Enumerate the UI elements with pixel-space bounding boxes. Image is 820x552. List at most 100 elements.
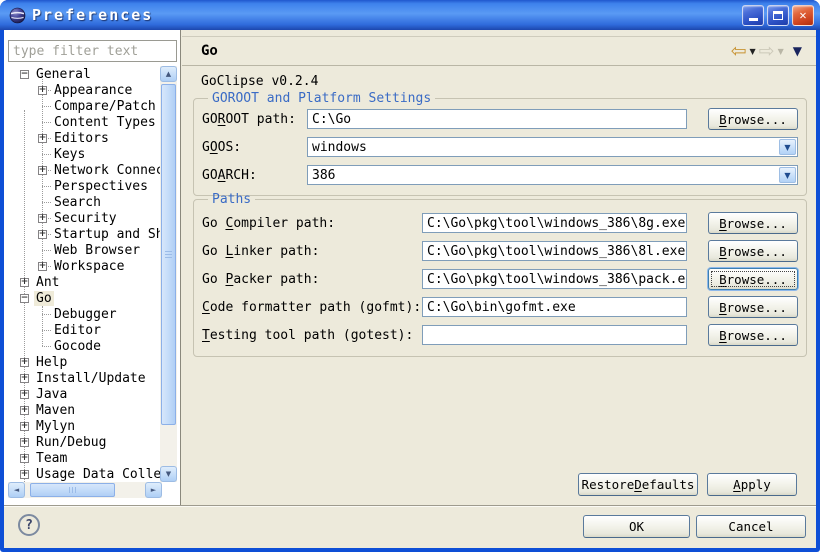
- tree-item-compare-patch[interactable]: Compare/Patch: [4, 98, 160, 114]
- expand-icon[interactable]: +: [20, 454, 29, 463]
- expand-icon[interactable]: +: [20, 358, 29, 367]
- scroll-left-icon[interactable]: ◄: [8, 482, 25, 498]
- preferences-tree[interactable]: −General+AppearanceCompare/PatchContent …: [4, 66, 160, 482]
- path-input-goroot-path[interactable]: C:\Go: [307, 109, 687, 129]
- scroll-up-icon[interactable]: ▲: [160, 66, 177, 82]
- group-paths: Paths Go Compiler path:C:\Go\pkg\tool\wi…: [193, 192, 807, 357]
- tree-vertical-scrollbar[interactable]: ▲ ▼: [160, 66, 177, 482]
- path-input-value: C:\Go\bin\gofmt.exe: [423, 300, 576, 315]
- tree-item-run-debug[interactable]: + Run/Debug: [4, 434, 160, 450]
- field-label: GOOS:: [202, 140, 307, 155]
- expand-icon[interactable]: +: [20, 438, 29, 447]
- tree-item-gocode[interactable]: Gocode: [4, 338, 160, 354]
- dropdown-goarch[interactable]: 386: [307, 165, 798, 185]
- expand-icon[interactable]: +: [38, 134, 47, 143]
- expand-icon[interactable]: +: [38, 86, 47, 95]
- tree-item-label: Web Browser: [52, 243, 142, 258]
- tree-item-general[interactable]: −General: [4, 66, 160, 82]
- chevron-down-icon[interactable]: [779, 167, 796, 183]
- expand-icon[interactable]: +: [38, 166, 47, 175]
- tree-item-label: Search: [52, 195, 103, 210]
- filter-input[interactable]: [8, 40, 177, 62]
- apply-button[interactable]: Apply: [707, 473, 797, 496]
- expand-icon[interactable]: +: [20, 278, 29, 287]
- scroll-down-icon[interactable]: ▼: [160, 466, 177, 482]
- leaf-spacer: [38, 310, 47, 319]
- expand-icon[interactable]: +: [20, 422, 29, 431]
- leaf-spacer: [38, 198, 47, 207]
- browse-button[interactable]: Browse...: [708, 108, 798, 130]
- tree-item-workspace[interactable]: +Workspace: [4, 258, 160, 274]
- path-input-code-formatter-path-gofmt[interactable]: C:\Go\bin\gofmt.exe: [422, 297, 687, 317]
- minimize-button[interactable]: [742, 5, 764, 26]
- horizontal-scrollbar-thumb[interactable]: [30, 483, 115, 497]
- ok-button[interactable]: OK: [583, 515, 690, 538]
- path-input-go-compiler-path[interactable]: C:\Go\pkg\tool\windows_386\8g.exe: [422, 213, 687, 233]
- browse-button[interactable]: Browse...: [708, 268, 798, 290]
- tree-item-web-browser[interactable]: Web Browser: [4, 242, 160, 258]
- tree-item-perspectives[interactable]: Perspectives: [4, 178, 160, 194]
- dropdown-goos[interactable]: windows: [307, 137, 798, 157]
- tree-item-label: Network Connect: [52, 163, 160, 178]
- tree-item-label: Run/Debug: [34, 435, 108, 450]
- tree-item-ant[interactable]: +Ant: [4, 274, 160, 290]
- maximize-button[interactable]: [767, 5, 789, 26]
- form-row: Go Compiler path:C:\Go\pkg\tool\windows_…: [202, 212, 798, 234]
- tree-item-editor[interactable]: Editor: [4, 322, 160, 338]
- tree-item-go[interactable]: −Go: [4, 290, 160, 306]
- path-input-go-linker-path[interactable]: C:\Go\pkg\tool\windows_386\8l.exe: [422, 241, 687, 261]
- tree-item-security[interactable]: +Security: [4, 210, 160, 226]
- tree-item-keys[interactable]: Keys: [4, 146, 160, 162]
- tree-item-java[interactable]: +Java: [4, 386, 160, 402]
- tree-horizontal-scrollbar[interactable]: ◄ ►: [8, 482, 162, 498]
- scroll-right-icon[interactable]: ►: [145, 482, 162, 498]
- titlebar[interactable]: Preferences ✕: [0, 0, 820, 30]
- collapse-icon[interactable]: −: [20, 294, 29, 303]
- tree-item-install-update[interactable]: +Install/Update: [4, 370, 160, 386]
- expand-icon[interactable]: +: [20, 374, 29, 383]
- back-icon[interactable]: ⇦: [731, 42, 747, 61]
- dialog-body: −General+AppearanceCompare/PatchContent …: [4, 30, 816, 548]
- minimize-icon: [749, 18, 758, 21]
- chevron-down-icon[interactable]: [779, 139, 796, 155]
- expand-icon[interactable]: +: [20, 470, 29, 479]
- path-input-value: C:\Go\pkg\tool\windows_386\8l.exe: [423, 244, 685, 259]
- tree-item-maven[interactable]: +Maven: [4, 402, 160, 418]
- tree-item-help[interactable]: +Help: [4, 354, 160, 370]
- expand-icon[interactable]: +: [38, 214, 47, 223]
- expand-icon[interactable]: +: [38, 230, 47, 239]
- tree-item-label: Team: [34, 451, 69, 466]
- browse-button[interactable]: Browse...: [708, 212, 798, 234]
- back-menu-chevron-icon[interactable]: ▼: [750, 47, 756, 56]
- help-icon[interactable]: ?: [18, 514, 40, 536]
- expand-icon[interactable]: +: [20, 390, 29, 399]
- tree-item-content-types[interactable]: Content Types: [4, 114, 160, 130]
- cancel-button[interactable]: Cancel: [696, 515, 806, 538]
- browse-button[interactable]: Browse...: [708, 296, 798, 318]
- expand-icon[interactable]: +: [38, 262, 47, 271]
- path-input-testing-tool-path-gotest[interactable]: [422, 325, 687, 345]
- restore-defaults-button[interactable]: Restore Defaults: [578, 473, 698, 496]
- browse-button[interactable]: Browse...: [708, 240, 798, 262]
- leaf-spacer: [38, 150, 47, 159]
- vertical-scrollbar-thumb[interactable]: [161, 84, 176, 425]
- browse-button[interactable]: Browse...: [708, 324, 798, 346]
- tree-item-team[interactable]: + Team: [4, 450, 160, 466]
- tree-item-editors[interactable]: +Editors: [4, 130, 160, 146]
- tree-item-search[interactable]: Search: [4, 194, 160, 210]
- field-label: Code formatter path (gofmt):: [202, 300, 422, 315]
- form-row: Go Linker path:C:\Go\pkg\tool\windows_38…: [202, 240, 798, 262]
- tree-item-mylyn[interactable]: + Mylyn: [4, 418, 160, 434]
- tree-item-network-connect[interactable]: + Network Connect: [4, 162, 160, 178]
- tree-item-debugger[interactable]: Debugger: [4, 306, 160, 322]
- tree-item-startup-and-shu[interactable]: +Startup and Shu: [4, 226, 160, 242]
- close-button[interactable]: ✕: [792, 5, 814, 26]
- expand-icon[interactable]: +: [20, 406, 29, 415]
- tree-item-appearance[interactable]: +Appearance: [4, 82, 160, 98]
- view-menu-icon[interactable]: ▼: [793, 44, 802, 58]
- tree-item-label: Keys: [52, 147, 87, 162]
- collapse-icon[interactable]: −: [20, 70, 29, 79]
- path-input-go-packer-path[interactable]: C:\Go\pkg\tool\windows_386\pack.exe: [422, 269, 687, 289]
- tree-item-label: Mylyn: [34, 419, 77, 434]
- tree-item-usage-data-collect[interactable]: +Usage Data Collect: [4, 466, 160, 482]
